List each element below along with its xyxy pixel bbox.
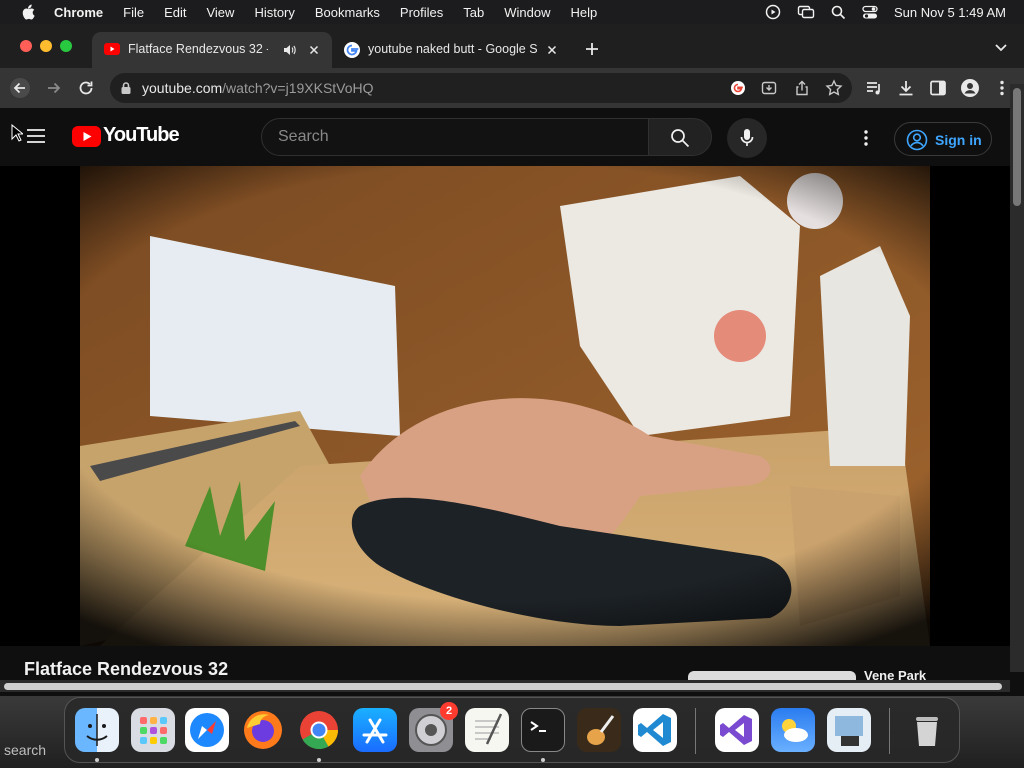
forward-arrow-icon[interactable]: [44, 78, 64, 98]
tab-title: Flatface Rendezvous 32 -: [128, 42, 268, 56]
youtube-icon: [104, 43, 120, 55]
url-text[interactable]: youtube.com/watch?v=j19XKStVoHQ: [142, 80, 374, 96]
tab-youtube[interactable]: Flatface Rendezvous 32 -: [92, 32, 332, 68]
video-title: Flatface Rendezvous 32: [24, 659, 229, 679]
profile-avatar-icon[interactable]: [960, 78, 980, 98]
voice-search-button[interactable]: [727, 118, 767, 158]
reload-icon[interactable]: [76, 78, 96, 98]
chrome-menu-kebab-icon[interactable]: [992, 78, 1012, 98]
visual-studio-app-icon[interactable]: [715, 708, 759, 752]
menu-tab[interactable]: Tab: [463, 5, 484, 20]
account-circle-icon: [906, 129, 928, 151]
install-app-icon[interactable]: [761, 80, 777, 96]
side-panel-icon[interactable]: [928, 78, 948, 98]
terminal-running-indicator: [541, 758, 545, 762]
menu-history[interactable]: History: [254, 5, 294, 20]
menu-app-chrome[interactable]: Chrome: [54, 5, 103, 20]
share-icon[interactable]: [794, 80, 810, 96]
search-box[interactable]: [261, 118, 649, 156]
menu-view[interactable]: View: [206, 5, 234, 20]
lock-icon[interactable]: [120, 81, 132, 95]
finder-app-icon[interactable]: [75, 708, 119, 752]
url-host: youtube.com: [142, 80, 223, 96]
play-circle-icon[interactable]: [765, 4, 781, 20]
menu-profiles[interactable]: Profiles: [400, 5, 443, 20]
youtube-page: YouTube Sign in: [0, 108, 1010, 696]
trash-icon[interactable]: [905, 708, 949, 752]
back-arrow-icon[interactable]: [10, 78, 30, 98]
dock-separator: [695, 708, 696, 754]
launchpad-app-icon[interactable]: [131, 708, 175, 752]
url-path: /watch?v=j19XKStVoHQ: [222, 80, 374, 96]
close-tab-icon[interactable]: [544, 42, 560, 58]
tab-google-search[interactable]: youtube naked butt - Google S: [332, 32, 570, 68]
textedit-app-icon[interactable]: [465, 708, 509, 752]
safari-app-icon[interactable]: [185, 708, 229, 752]
chrome-window: Flatface Rendezvous 32 - youtube naked b…: [0, 24, 1024, 696]
desktop-search-text[interactable]: search: [4, 742, 46, 758]
menu-bookmarks[interactable]: Bookmarks: [315, 5, 380, 20]
window-minimize-button[interactable]: [40, 40, 52, 52]
youtube-header: YouTube Sign in: [0, 108, 1010, 166]
app-store-app-icon[interactable]: [353, 708, 397, 752]
vertical-scroll-thumb[interactable]: [1013, 88, 1021, 206]
chrome-running-indicator: [317, 758, 321, 762]
address-bar[interactable]: youtube.com/watch?v=j19XKStVoHQ: [110, 73, 852, 103]
new-tab-plus-icon[interactable]: [584, 41, 600, 57]
screen-mirroring-icon[interactable]: [797, 4, 815, 20]
settings-notification-badge: 2: [440, 702, 458, 720]
google-lens-icon[interactable]: [730, 80, 746, 96]
search-input[interactable]: [278, 127, 638, 147]
window-close-button[interactable]: [20, 40, 32, 52]
video-frame-fingerboard-image: [0, 166, 1010, 646]
youtube-logo-text[interactable]: YouTube: [103, 124, 180, 147]
horizontal-scrollbar[interactable]: [0, 680, 1010, 692]
apple-logo-icon[interactable]: [18, 4, 38, 20]
menu-bar: Chrome File Edit View History Bookmarks …: [0, 0, 1024, 24]
menu-help[interactable]: Help: [571, 5, 598, 20]
media-controls-icon[interactable]: [864, 78, 884, 98]
firefox-app-icon[interactable]: [241, 708, 285, 752]
browser-toolbar: youtube.com/watch?v=j19XKStVoHQ: [0, 68, 1024, 108]
finder-running-indicator: [95, 758, 99, 762]
sign-in-label: Sign in: [935, 132, 982, 148]
search-button[interactable]: [648, 118, 712, 156]
speaker-icon[interactable]: [282, 43, 296, 57]
menubar-clock[interactable]: Sun Nov 5 1:49 AM: [894, 5, 1006, 20]
weather-app-icon[interactable]: [771, 708, 815, 752]
sign-in-button[interactable]: Sign in: [894, 122, 992, 156]
spotlight-search-icon[interactable]: [831, 5, 846, 20]
vertical-scrollbar[interactable]: [1010, 84, 1024, 672]
chrome-app-icon[interactable]: [297, 708, 341, 752]
control-center-icon[interactable]: [862, 5, 878, 20]
menu-file[interactable]: File: [123, 5, 144, 20]
youtube-logo-icon[interactable]: [72, 126, 101, 147]
tab-title: youtube naked butt - Google S: [368, 42, 538, 56]
preview-app-icon[interactable]: [827, 708, 871, 752]
window-zoom-button[interactable]: [60, 40, 72, 52]
google-icon: [344, 42, 360, 58]
horizontal-scroll-thumb[interactable]: [4, 683, 1002, 690]
tab-search-chevron-icon[interactable]: [994, 43, 1008, 53]
garageband-app-icon[interactable]: [577, 708, 621, 752]
dock: [64, 697, 960, 763]
terminal-app-icon[interactable]: [521, 708, 565, 752]
downloads-icon[interactable]: [896, 78, 916, 98]
settings-kebab-icon[interactable]: [856, 128, 876, 148]
mouse-pointer-icon: [11, 124, 23, 142]
dock-separator: [889, 708, 890, 754]
tab-strip: Flatface Rendezvous 32 - youtube naked b…: [0, 24, 1024, 68]
microphone-icon: [740, 129, 754, 146]
menu-edit[interactable]: Edit: [164, 5, 186, 20]
hamburger-menu-icon[interactable]: [26, 128, 46, 144]
visual-studio-code-app-icon[interactable]: [633, 708, 677, 752]
menu-window[interactable]: Window: [504, 5, 550, 20]
bookmark-star-icon[interactable]: [825, 79, 843, 97]
search-icon: [671, 129, 690, 148]
close-tab-icon[interactable]: [306, 42, 322, 58]
video-player[interactable]: [0, 166, 1010, 646]
